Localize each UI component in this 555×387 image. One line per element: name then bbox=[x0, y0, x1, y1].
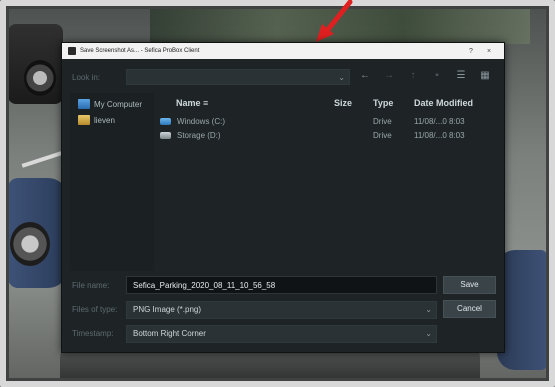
chevron-down-icon: ⌄ bbox=[338, 73, 345, 82]
file-list: Name ≡ Size Type Date Modified Windows (… bbox=[156, 93, 499, 271]
sidebar-item-my-computer[interactable]: My Computer bbox=[70, 97, 154, 111]
user-folder-icon bbox=[78, 115, 90, 125]
red-arrow-icon bbox=[316, 0, 353, 42]
dialog-title: Save Screenshot As... - Sefica ProBox Cl… bbox=[80, 48, 200, 54]
filename-input[interactable]: Sefica_Parking_2020_08_11_10_56_58 bbox=[126, 276, 437, 294]
table-row[interactable]: Windows (C:) Drive 11/08/...0 8:03 bbox=[156, 115, 499, 129]
timestamp-label: Timestamp: bbox=[72, 329, 114, 338]
column-type[interactable]: Type bbox=[373, 98, 393, 108]
column-name[interactable]: Name ≡ bbox=[176, 98, 208, 108]
chevron-down-icon: ⌄ bbox=[425, 305, 432, 314]
column-size[interactable]: Size bbox=[334, 98, 352, 108]
file-type: Drive bbox=[373, 117, 392, 126]
drive-icon bbox=[160, 118, 171, 125]
detail-view-button[interactable]: ▦ bbox=[478, 70, 492, 81]
lookin-label: Look in: bbox=[72, 73, 101, 82]
file-list-header: Name ≡ Size Type Date Modified bbox=[156, 93, 499, 111]
chevron-down-icon: ⌄ bbox=[425, 329, 432, 338]
cancel-button[interactable]: Cancel bbox=[443, 300, 496, 318]
save-dialog: Save Screenshot As... - Sefica ProBox Cl… bbox=[61, 42, 505, 353]
filetype-combo[interactable]: PNG Image (*.png) ⌄ bbox=[126, 301, 437, 319]
filename-label: File name: bbox=[72, 281, 110, 290]
timestamp-combo[interactable]: Bottom Right Corner ⌄ bbox=[126, 325, 437, 343]
up-button[interactable]: ↑ bbox=[406, 70, 420, 81]
lookin-combo[interactable]: ⌄ bbox=[126, 69, 350, 85]
forward-button[interactable]: → bbox=[382, 70, 396, 81]
sidebar-item-label: My Computer bbox=[94, 99, 143, 109]
back-button[interactable]: ← bbox=[358, 70, 372, 81]
timestamp-value: Bottom Right Corner bbox=[133, 329, 206, 338]
close-button[interactable]: × bbox=[480, 48, 498, 55]
file-name: Storage (D:) bbox=[177, 131, 221, 140]
file-type: Drive bbox=[373, 131, 392, 140]
new-folder-button[interactable]: ▪ bbox=[430, 70, 444, 81]
sidebar-item-label: lieven bbox=[94, 115, 115, 125]
filetype-value: PNG Image (*.png) bbox=[133, 305, 202, 314]
help-button[interactable]: ? bbox=[462, 48, 480, 55]
drive-icon bbox=[160, 132, 171, 139]
app-icon bbox=[68, 47, 76, 55]
save-button[interactable]: Save bbox=[443, 276, 496, 294]
computer-icon bbox=[78, 99, 90, 109]
column-date-modified[interactable]: Date Modified bbox=[414, 98, 473, 108]
list-view-button[interactable]: ☰ bbox=[454, 70, 468, 81]
file-name: Windows (C:) bbox=[177, 117, 226, 126]
places-sidebar: My Computer lieven bbox=[70, 93, 154, 271]
table-row[interactable]: Storage (D:) Drive 11/08/...0 8:03 bbox=[156, 129, 499, 143]
filetype-label: Files of type: bbox=[72, 305, 118, 314]
file-date: 11/08/...0 8:03 bbox=[414, 131, 465, 140]
dialog-titlebar: Save Screenshot As... - Sefica ProBox Cl… bbox=[62, 43, 504, 59]
file-date: 11/08/...0 8:03 bbox=[414, 117, 465, 126]
sort-icon: ≡ bbox=[203, 98, 209, 108]
sidebar-item-lieven[interactable]: lieven bbox=[70, 113, 154, 127]
